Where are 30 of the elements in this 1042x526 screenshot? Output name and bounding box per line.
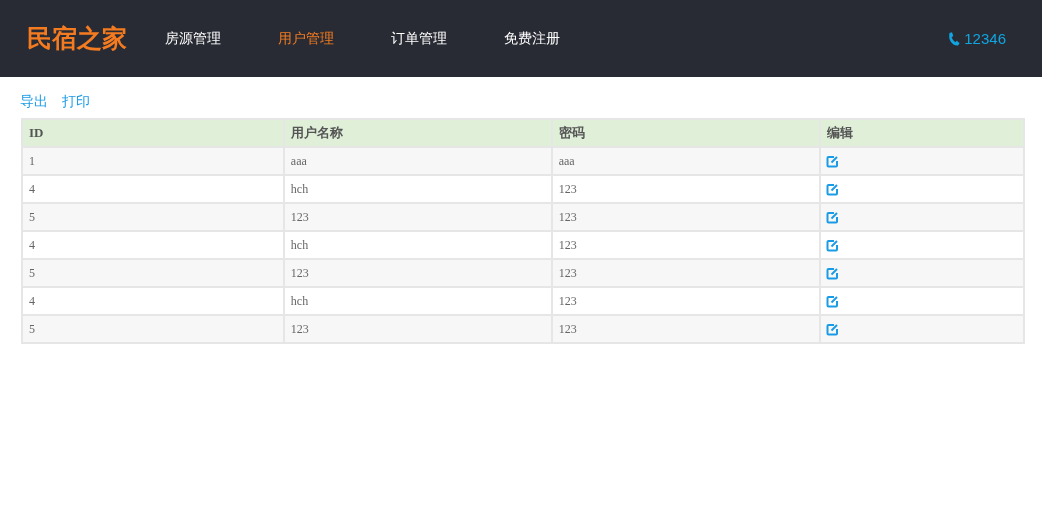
site-logo: 民宿之家	[27, 23, 127, 54]
table-cell: aaa	[283, 147, 552, 175]
table-cell: 123	[551, 315, 820, 343]
edit-icon[interactable]	[825, 210, 839, 224]
edit-icon[interactable]	[825, 154, 839, 168]
nav-link[interactable]: 免费注册	[504, 29, 560, 48]
table-cell: 123	[283, 203, 552, 231]
table-cell: 123	[551, 203, 820, 231]
table-cell: aaa	[551, 147, 820, 175]
column-header: 编辑	[819, 119, 1024, 147]
table-cell: 1	[22, 147, 284, 175]
table-cell: 5	[22, 315, 284, 343]
table-cell: 123	[551, 259, 820, 287]
nav-link[interactable]: 用户管理	[278, 29, 334, 48]
column-header: 密码	[551, 119, 820, 147]
nav-link[interactable]: 房源管理	[165, 29, 221, 48]
phone-icon	[948, 31, 961, 46]
edit-icon[interactable]	[825, 238, 839, 252]
table-cell: 5	[22, 259, 284, 287]
table-cell: 5	[22, 203, 284, 231]
edit-icon[interactable]	[825, 322, 839, 336]
column-header: ID	[22, 119, 284, 147]
table-cell: 123	[283, 315, 552, 343]
table-cell: 123	[283, 259, 552, 287]
edit-icon[interactable]	[825, 182, 839, 196]
nav-link[interactable]: 订单管理	[391, 29, 447, 48]
column-header: 用户名称	[283, 119, 552, 147]
edit-icon[interactable]	[825, 294, 839, 308]
phone-number: 12346	[964, 30, 1006, 47]
edit-icon[interactable]	[825, 266, 839, 280]
